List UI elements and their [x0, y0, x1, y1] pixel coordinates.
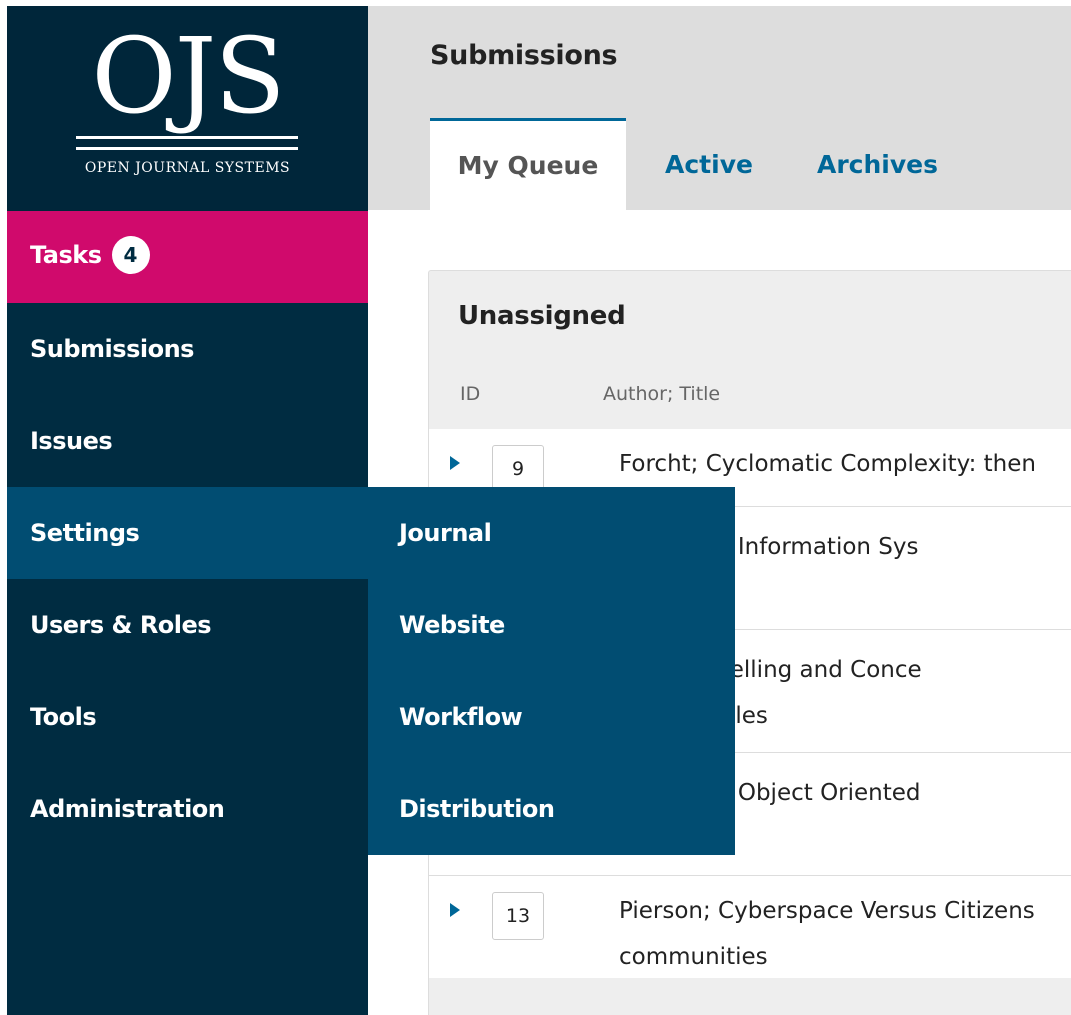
list-item[interactable]: 13 Pierson; Cyberspace Versus Citizens c…: [429, 876, 1071, 978]
submenu-item-distribution[interactable]: Distribution: [368, 763, 735, 855]
page-header: Submissions My Queue Active Archives: [368, 6, 1071, 210]
sidebar-item-label: Tools: [30, 703, 97, 731]
column-header-author-title: Author; Title: [603, 383, 721, 405]
column-header-id: ID: [460, 383, 481, 405]
submenu-item-workflow[interactable]: Workflow: [368, 671, 735, 763]
submission-author-title[interactable]: Forcht; Cyclomatic Complexity: then: [619, 441, 1071, 487]
expand-arrow-icon[interactable]: [450, 903, 460, 917]
sidebar-item-submissions[interactable]: Submissions: [7, 303, 368, 395]
tasks-count-badge: 4: [111, 236, 150, 274]
sidebar-item-label: Tasks: [30, 241, 102, 269]
submenu-item-journal[interactable]: Journal: [368, 487, 735, 579]
logo-subtitle: OPEN JOURNAL SYSTEMS: [84, 160, 291, 176]
submission-author-title[interactable]: Pierson; Cyberspace Versus Citizens comm…: [619, 888, 1071, 980]
sidebar-item-users-roles[interactable]: Users & Roles: [7, 579, 368, 671]
logo-letters: OJS: [91, 15, 285, 137]
sidebar-item-label: Issues: [30, 427, 113, 455]
logo-rule: [76, 136, 298, 139]
sidebar-item-label: Users & Roles: [30, 611, 212, 639]
sidebar-item-label: Settings: [30, 519, 140, 547]
tab-active[interactable]: Active: [665, 118, 753, 210]
submission-title-line: communities: [619, 944, 768, 970]
ojs-logo[interactable]: OJS OPEN JOURNAL SYSTEMS: [7, 6, 368, 211]
tab-archives[interactable]: Archives: [817, 118, 938, 210]
submission-title-line: Forcht; Cyclomatic Complexity: then: [619, 451, 1036, 477]
logo-rule: [76, 147, 298, 150]
ojs-app: OJS OPEN JOURNAL SYSTEMS Tasks 4 Submiss…: [0, 0, 1071, 1015]
tab-my-queue[interactable]: My Queue: [430, 118, 626, 210]
submission-id: 13: [492, 892, 544, 940]
sidebar-item-label: Administration: [30, 795, 225, 823]
expand-arrow-icon[interactable]: [450, 456, 460, 470]
submission-id: 9: [492, 445, 544, 493]
sidebar-item-administration[interactable]: Administration: [7, 763, 368, 855]
sidebar-item-tools[interactable]: Tools: [7, 671, 368, 763]
page-title: Submissions: [430, 40, 618, 71]
list-title: Unassigned: [458, 301, 626, 331]
sidebar-item-tasks[interactable]: Tasks 4: [7, 211, 368, 303]
settings-submenu: Journal Website Workflow Distribution: [368, 487, 735, 855]
submenu-item-website[interactable]: Website: [368, 579, 735, 671]
sidebar-item-label: Submissions: [30, 335, 194, 363]
sidebar-item-settings[interactable]: Settings: [7, 487, 368, 579]
submission-title-line: Pierson; Cyberspace Versus Citizens: [619, 898, 1035, 924]
sidebar: OJS OPEN JOURNAL SYSTEMS Tasks 4 Submiss…: [7, 6, 368, 1015]
sidebar-item-issues[interactable]: Issues: [7, 395, 368, 487]
